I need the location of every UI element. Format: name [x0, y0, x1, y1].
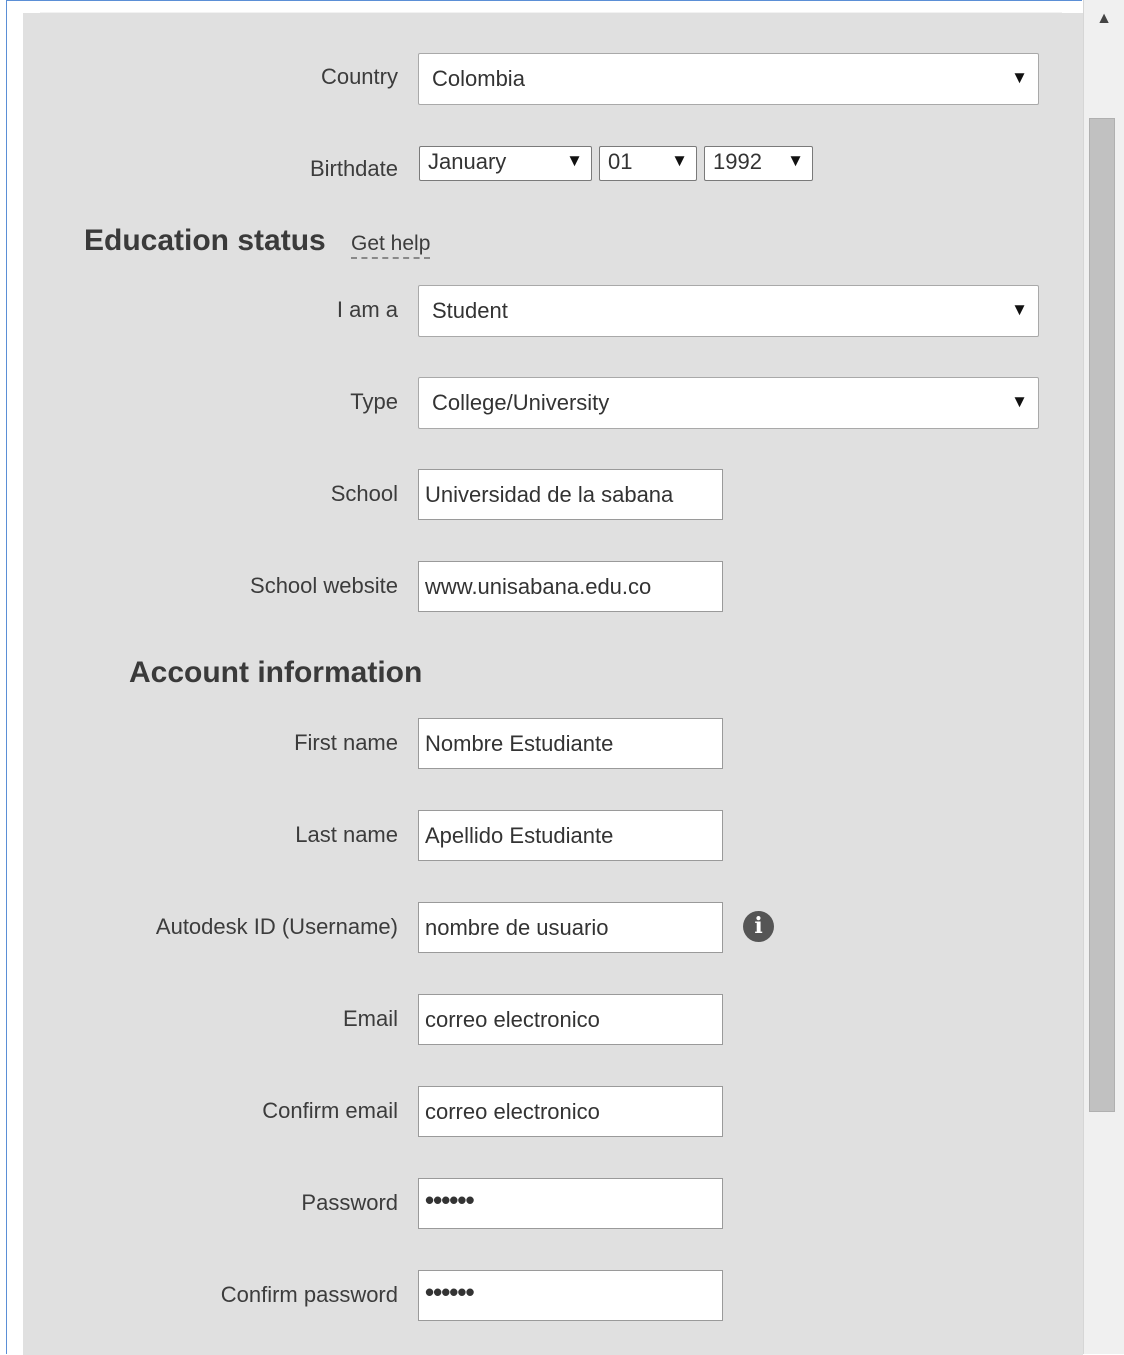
- type-value: College/University: [432, 390, 610, 415]
- country-value: Colombia: [432, 66, 525, 91]
- type-select[interactable]: College/University ▼: [418, 377, 1039, 429]
- confirm-email-label: Confirm email: [262, 1098, 398, 1123]
- school-website-value: www.unisabana.edu.co: [425, 574, 652, 599]
- birth-year-select[interactable]: 1992 ▼: [704, 146, 813, 181]
- account-information-heading: Account information: [129, 656, 423, 689]
- confirm-password-label: Confirm password: [220, 1282, 398, 1307]
- chevron-down-icon: ▼: [1011, 68, 1028, 87]
- password-mask: ••••••: [425, 1185, 475, 1215]
- password-input[interactable]: ••••••: [418, 1178, 723, 1229]
- school-label: School: [330, 481, 398, 506]
- email-label: Email: [342, 1006, 398, 1031]
- chevron-down-icon: ▼: [1011, 300, 1028, 319]
- iam-select[interactable]: Student ▼: [418, 285, 1039, 337]
- type-label: Type: [350, 389, 398, 414]
- school-input[interactable]: Universidad de la sabana: [418, 469, 723, 520]
- first-name-label: First name: [294, 730, 398, 755]
- first-name-input[interactable]: Nombre Estudiante: [418, 718, 723, 769]
- info-icon[interactable]: i: [743, 911, 774, 942]
- chevron-down-icon: ▼: [671, 151, 688, 170]
- iam-value: Student: [432, 298, 508, 323]
- chevron-down-icon: ▼: [566, 151, 583, 170]
- email-value: correo electronico: [425, 1007, 600, 1032]
- last-name-value: Apellido Estudiante: [425, 823, 614, 848]
- username-input[interactable]: nombre de usuario: [418, 902, 723, 953]
- scrollbar-thumb[interactable]: [1089, 118, 1115, 1112]
- confirm-email-input[interactable]: correo electronico: [418, 1086, 723, 1137]
- scroll-up-icon[interactable]: ▲: [1084, 0, 1124, 38]
- username-label: Autodesk ID (Username): [155, 914, 398, 939]
- first-name-value: Nombre Estudiante: [425, 731, 614, 756]
- school-website-label: School website: [250, 573, 398, 598]
- country-select[interactable]: Colombia ▼: [418, 53, 1039, 105]
- education-status-heading: Education status: [84, 224, 326, 257]
- school-value: Universidad de la sabana: [425, 482, 674, 507]
- birth-month-value: January: [428, 149, 507, 174]
- last-name-label: Last name: [295, 822, 398, 847]
- birth-day-select[interactable]: 01 ▼: [599, 146, 697, 181]
- email-input[interactable]: correo electronico: [418, 994, 723, 1045]
- birth-day-value: 01: [608, 149, 633, 174]
- last-name-input[interactable]: Apellido Estudiante: [418, 810, 723, 861]
- school-website-input[interactable]: www.unisabana.edu.co: [418, 561, 723, 612]
- birth-month-select[interactable]: January ▼: [419, 146, 592, 181]
- password-label: Password: [301, 1190, 398, 1215]
- country-label: Country: [320, 64, 398, 89]
- confirm-email-value: correo electronico: [425, 1099, 600, 1124]
- panel-divider: [40, 12, 1062, 13]
- confirm-password-input[interactable]: ••••••: [418, 1270, 723, 1321]
- birthdate-label: Birthdate: [309, 156, 398, 181]
- vertical-scrollbar[interactable]: ▲: [1083, 0, 1124, 1354]
- chevron-down-icon: ▼: [787, 151, 804, 170]
- iam-label: I am a: [336, 297, 398, 322]
- confirm-password-mask: ••••••: [425, 1277, 475, 1307]
- birth-year-value: 1992: [713, 149, 762, 174]
- chevron-down-icon: ▼: [1011, 392, 1028, 411]
- get-help-link[interactable]: Get help: [351, 232, 431, 259]
- username-value: nombre de usuario: [425, 915, 609, 940]
